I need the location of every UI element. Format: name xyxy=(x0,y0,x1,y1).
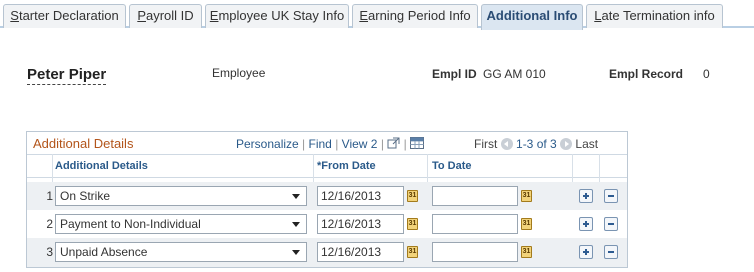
view-2-link[interactable]: View 2 xyxy=(342,137,378,151)
row-number: 3 xyxy=(46,245,53,259)
empl-record-value: 0 xyxy=(703,67,710,81)
tab-label: mployee UK Stay Info xyxy=(218,8,345,23)
from-date-input[interactable] xyxy=(317,242,404,262)
tab-payroll-id[interactable]: Payroll ID xyxy=(129,4,202,28)
calendar-icon[interactable]: 31 xyxy=(521,246,532,258)
add-row-icon[interactable] xyxy=(579,217,593,231)
tab-employee-uk-stay-info[interactable]: Employee UK Stay Info xyxy=(205,4,349,28)
grid-column-headers: Additional Details *From Date To Date xyxy=(27,154,627,178)
add-row-icon[interactable] xyxy=(579,189,593,203)
tab-label: arning Period Info xyxy=(368,8,471,23)
employee-name[interactable]: Peter Piper xyxy=(27,66,107,85)
tab-label-accesskey: E xyxy=(359,8,369,23)
personalize-link[interactable]: Personalize xyxy=(236,137,299,151)
tab-bar: Starter Declaration Payroll ID Employee … xyxy=(0,0,754,30)
additional-details-select[interactable]: On Strike xyxy=(55,186,307,206)
new-window-icon[interactable] xyxy=(387,137,400,152)
selected-value: Payment to Non-Individual xyxy=(60,217,201,231)
from-date-input[interactable] xyxy=(317,214,404,234)
calendar-icon[interactable]: 31 xyxy=(521,218,532,230)
calendar-icon[interactable]: 31 xyxy=(407,246,418,258)
grid-toolbar: Personalize | Find | View 2 | | xyxy=(236,137,425,152)
table-row: 1 On Strike 31 31 xyxy=(27,182,627,211)
additional-details-select[interactable]: Unpaid Absence xyxy=(55,242,307,262)
pager-range: 1-3 of 3 xyxy=(516,137,557,151)
tab-label: ate Termination info xyxy=(601,8,715,23)
add-row-icon[interactable] xyxy=(579,245,593,259)
tab-additional-info[interactable]: Additional Info xyxy=(481,4,583,30)
additional-details-grid: Additional Details Personalize | Find | … xyxy=(26,131,628,268)
chevron-down-icon xyxy=(292,194,300,199)
selected-value: Unpaid Absence xyxy=(60,245,148,259)
delete-row-icon[interactable] xyxy=(604,217,618,231)
to-date-input[interactable] xyxy=(432,214,518,234)
from-date-input[interactable] xyxy=(317,186,404,206)
download-icon[interactable] xyxy=(410,137,425,152)
table-row: 3 Unpaid Absence 31 31 xyxy=(27,238,627,267)
next-arrow-icon[interactable] xyxy=(560,138,573,150)
column-header-details[interactable]: Additional Details xyxy=(55,160,148,172)
calendar-icon[interactable]: 31 xyxy=(521,190,532,202)
pager-last-label[interactable]: Last xyxy=(575,137,598,151)
empl-id-value: GG AM 010 xyxy=(483,67,546,81)
find-link[interactable]: Find xyxy=(309,137,332,151)
separator: | xyxy=(403,137,407,151)
empl-record-label: Empl Record xyxy=(609,67,684,81)
employee-role: Employee xyxy=(212,66,266,80)
row-number: 1 xyxy=(46,189,53,203)
grid-pager: First 1-3 of 3 Last xyxy=(474,137,598,151)
tab-earning-period-info[interactable]: Earning Period Info xyxy=(352,4,478,28)
grid-title: Additional Details xyxy=(33,136,134,151)
chevron-down-icon xyxy=(292,250,300,255)
separator: | xyxy=(302,137,306,151)
empl-id-label: Empl ID xyxy=(432,67,477,81)
separator: | xyxy=(335,137,339,151)
previous-arrow-icon[interactable] xyxy=(500,138,513,150)
tab-starter-declaration[interactable]: Starter Declaration xyxy=(3,4,126,28)
calendar-icon[interactable]: 31 xyxy=(407,190,418,202)
delete-row-icon[interactable] xyxy=(604,189,618,203)
delete-row-icon[interactable] xyxy=(604,245,618,259)
column-header-from-date[interactable]: *From Date xyxy=(317,160,376,172)
calendar-icon[interactable]: 31 xyxy=(407,218,418,230)
tab-label: ayroll ID xyxy=(145,8,194,23)
additional-details-select[interactable]: Payment to Non-Individual xyxy=(55,214,307,234)
tab-label-accesskey: S xyxy=(10,8,19,23)
row-number: 2 xyxy=(46,217,53,231)
column-header-to-date[interactable]: To Date xyxy=(432,160,472,172)
tab-label-accesskey: L xyxy=(594,8,602,23)
tab-late-termination-info[interactable]: Late Termination info xyxy=(586,4,723,28)
separator: | xyxy=(380,137,384,151)
to-date-input[interactable] xyxy=(432,242,518,262)
chevron-down-icon xyxy=(292,222,300,227)
tab-label: tarter Declaration xyxy=(18,8,119,23)
to-date-input[interactable] xyxy=(432,186,518,206)
table-row: 2 Payment to Non-Individual 31 31 xyxy=(27,210,627,239)
selected-value: On Strike xyxy=(60,189,111,203)
tab-label: Additional Info xyxy=(486,8,578,23)
pager-first-label[interactable]: First xyxy=(474,137,497,151)
tab-label-accesskey: P xyxy=(137,8,146,23)
